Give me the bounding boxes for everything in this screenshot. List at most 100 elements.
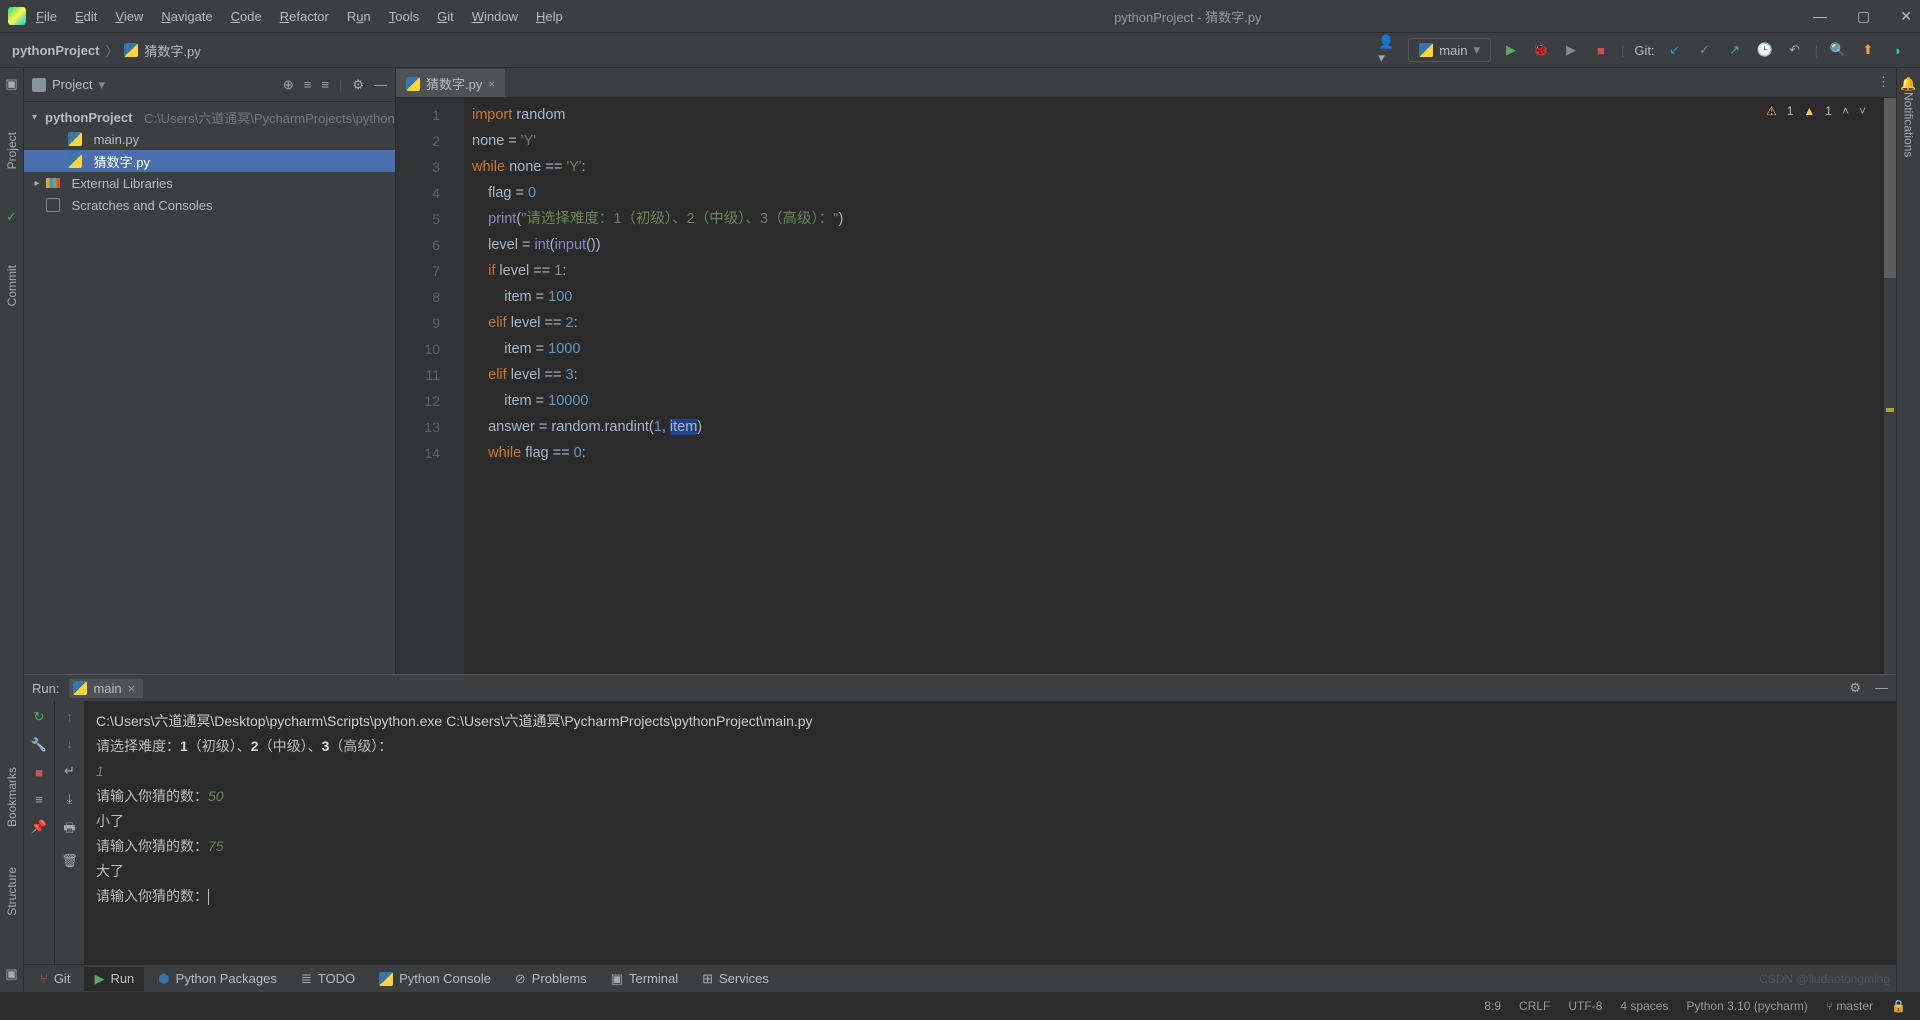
down-icon[interactable]: ↓ xyxy=(66,736,73,751)
locate-icon[interactable]: ⊕ xyxy=(283,77,294,93)
code-with-me-icon[interactable]: ◗ xyxy=(1888,40,1908,60)
editor: 猜数字.py × ⋮ 1234567891011121314 import ra… xyxy=(396,68,1896,674)
status-eol[interactable]: CRLF xyxy=(1519,999,1550,1013)
git-rollback-icon[interactable]: ↶ xyxy=(1785,40,1805,60)
tree-file-guess[interactable]: 猜数字.py xyxy=(24,150,395,172)
tree-scratches[interactable]: Scratches and Consoles xyxy=(24,194,395,216)
stop-run-icon[interactable]: ■ xyxy=(35,765,43,780)
status-position[interactable]: 8:9 xyxy=(1484,999,1501,1013)
inspection-widget[interactable]: ⚠1 ▲1 ˄˅ xyxy=(1766,104,1866,118)
layout-icon[interactable]: ≡ xyxy=(35,792,43,807)
project-pane-title[interactable]: Project xyxy=(52,77,92,92)
editor-scrollbar[interactable] xyxy=(1884,98,1896,674)
git-update-icon[interactable]: ↙ xyxy=(1665,40,1685,60)
status-branch[interactable]: ⑂ master xyxy=(1826,999,1873,1013)
btab-problems[interactable]: ⊘Problems xyxy=(505,967,597,991)
menu-navigate[interactable]: Navigate xyxy=(161,9,212,24)
close-tab-icon[interactable]: × xyxy=(488,77,495,91)
gear-icon[interactable]: ⚙ xyxy=(352,77,364,93)
git-label: Git: xyxy=(1634,43,1654,58)
user-icon[interactable]: 👤▾ xyxy=(1378,40,1398,60)
trash-icon[interactable]: 🗑 xyxy=(61,853,78,869)
debug-button[interactable]: 🐞 xyxy=(1531,40,1551,60)
tree-ext-lib[interactable]: ▸ External Libraries xyxy=(24,172,395,194)
tree-root[interactable]: ▾ pythonProject C:\Users\六道通冥\PycharmPro… xyxy=(24,106,395,128)
menu-refactor[interactable]: Refactor xyxy=(280,9,329,24)
close-button[interactable]: ✕ xyxy=(1900,8,1912,25)
pin-icon[interactable]: 📌 xyxy=(31,819,47,835)
project-tool-icon[interactable]: ▣ xyxy=(5,76,17,92)
project-pane: Project ▾ ⊕ ≡ ≡ | ⚙ — ▾ python xyxy=(24,68,396,674)
menu-code[interactable]: Code xyxy=(231,9,262,24)
console-output[interactable]: C:\Users\六道通冥\Desktop\pycharm\Scripts\py… xyxy=(84,701,1896,964)
run-tab[interactable]: main × xyxy=(69,679,143,698)
menu-window[interactable]: Window xyxy=(472,9,518,24)
btab-terminal[interactable]: ▣Terminal xyxy=(601,967,688,991)
breadcrumb-file[interactable]: 猜数字.py xyxy=(144,41,200,60)
menu-tools[interactable]: Tools xyxy=(389,9,419,24)
hide-icon[interactable]: — xyxy=(374,77,387,93)
status-encoding[interactable]: UTF-8 xyxy=(1568,999,1602,1013)
run-hide-icon[interactable]: — xyxy=(1875,680,1888,696)
commit-tool-icon[interactable]: ✓ xyxy=(6,209,17,225)
tree-file-main[interactable]: main.py xyxy=(24,128,395,150)
fold-column[interactable] xyxy=(450,98,464,674)
run-config-selector[interactable]: main ▾ xyxy=(1408,38,1491,62)
search-icon[interactable]: 🔍 xyxy=(1828,40,1848,60)
tab-notifications[interactable]: Notifications xyxy=(1902,92,1916,157)
wrench-icon[interactable]: 🔧 xyxy=(31,737,47,753)
watermark: CSDN @liudaotongming xyxy=(1759,972,1890,986)
print-icon[interactable]: 🖶 xyxy=(63,819,75,841)
up-icon[interactable]: ↑ xyxy=(66,709,73,724)
git-history-icon[interactable]: 🕒 xyxy=(1755,40,1775,60)
btab-services[interactable]: ⊞Services xyxy=(692,967,779,991)
menu-view[interactable]: View xyxy=(115,9,143,24)
git-commit-icon[interactable]: ✓ xyxy=(1695,40,1715,60)
left-tool-stripe: ▣ Project ✓ Commit Bookmarks Structure ▣ xyxy=(0,68,24,992)
run-label: Run: xyxy=(32,681,59,696)
collapse-icon[interactable]: ≡ xyxy=(321,77,329,93)
breadcrumb: pythonProject 〉 猜数字.py xyxy=(12,41,201,60)
code-area[interactable]: import randomnone = 'Y'while none == 'Y'… xyxy=(464,98,1896,674)
menu-file[interactable]: File xyxy=(36,9,57,24)
rerun-icon[interactable]: ↻ xyxy=(34,709,45,725)
bottom-left-icon[interactable]: ▣ xyxy=(5,966,17,982)
menu-git[interactable]: Git xyxy=(437,9,454,24)
btab-todo[interactable]: ≣TODO xyxy=(291,967,365,991)
tab-commit[interactable]: Commit xyxy=(5,265,19,306)
main-menu: File Edit View Navigate Code Refactor Ru… xyxy=(36,9,563,24)
python-file-icon xyxy=(406,77,420,91)
breadcrumb-project[interactable]: pythonProject xyxy=(12,43,99,58)
tabs-more-icon[interactable]: ⋮ xyxy=(1877,74,1890,90)
sync-icon[interactable]: ⬆ xyxy=(1858,40,1878,60)
menu-edit[interactable]: Edit xyxy=(75,9,97,24)
scroll-icon[interactable]: ⤓ xyxy=(67,791,73,807)
gutter[interactable]: 1234567891011121314 xyxy=(396,98,450,674)
run-button[interactable]: ▶ xyxy=(1501,40,1521,60)
tab-bookmarks[interactable]: Bookmarks xyxy=(5,767,19,827)
run-tool-window: Run: main × ⚙ — ↻ 🔧 ■ ≡ 📌 xyxy=(24,674,1896,964)
tab-structure[interactable]: Structure xyxy=(5,867,19,916)
notifications-icon[interactable]: 🔔 xyxy=(1900,76,1916,92)
menu-run[interactable]: Run xyxy=(347,9,371,24)
minimize-button[interactable]: — xyxy=(1813,8,1827,25)
expand-icon[interactable]: ≡ xyxy=(304,77,312,93)
btab-run[interactable]: ▶Run xyxy=(84,967,144,991)
btab-pyconsole[interactable]: Python Console xyxy=(369,967,501,991)
status-python[interactable]: Python 3.10 (pycharm) xyxy=(1686,999,1807,1013)
maximize-button[interactable]: ▢ xyxy=(1857,8,1870,25)
btab-git[interactable]: ⑂Git xyxy=(30,967,80,991)
git-push-icon[interactable]: ↗ xyxy=(1725,40,1745,60)
toolbar: pythonProject 〉 猜数字.py 👤▾ main ▾ ▶ 🐞 ▶ ■… xyxy=(0,32,1920,68)
status-indent[interactable]: 4 spaces xyxy=(1620,999,1668,1013)
app-icon xyxy=(8,7,26,25)
tab-project[interactable]: Project xyxy=(5,132,19,169)
status-lock-icon[interactable]: 🔒 xyxy=(1891,999,1906,1013)
coverage-button[interactable]: ▶ xyxy=(1561,40,1581,60)
btab-pypkgs[interactable]: ⬢Python Packages xyxy=(148,967,287,991)
wrap-icon[interactable]: ↵ xyxy=(64,763,75,779)
stop-button[interactable]: ■ xyxy=(1591,40,1611,60)
menu-help[interactable]: Help xyxy=(536,9,563,24)
editor-tab[interactable]: 猜数字.py × xyxy=(396,69,505,97)
run-gear-icon[interactable]: ⚙ xyxy=(1849,680,1861,696)
